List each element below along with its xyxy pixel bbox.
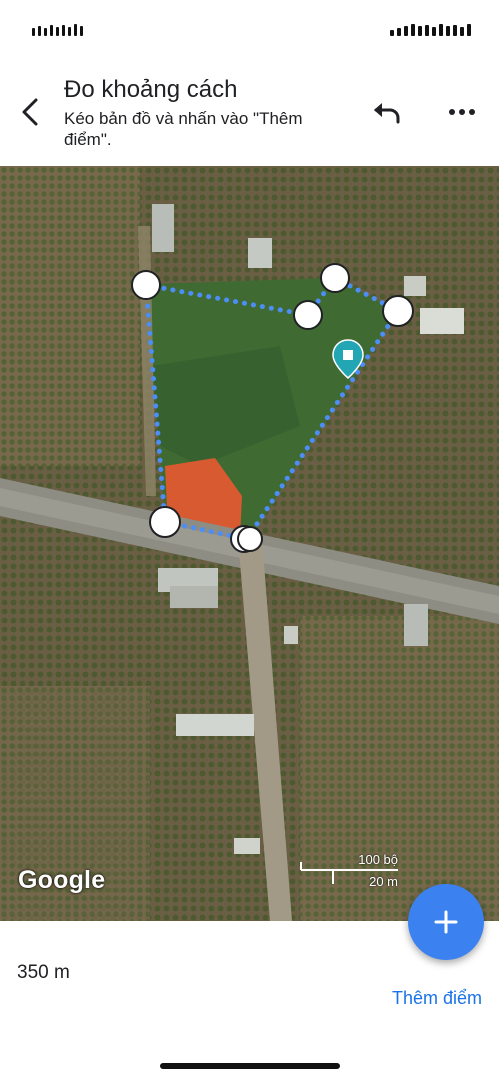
page-title: Đo khoảng cách: [64, 76, 238, 103]
plus-icon: [434, 910, 458, 934]
undo-button[interactable]: [370, 98, 404, 128]
undo-icon: [374, 103, 400, 124]
carrier-signal-indicator: [32, 24, 83, 36]
satellite-map[interactable]: Google 100 bộ 20 m: [0, 166, 499, 921]
google-logo: Google: [18, 866, 106, 894]
measurement-path: [143, 274, 402, 542]
top-app-bar: Đo khoảng cách Kéo bản đồ và nhấn vào "T…: [0, 60, 499, 166]
more-vert-icon: [449, 109, 475, 115]
more-options-button[interactable]: [446, 98, 478, 128]
battery-signal-indicator: [390, 24, 471, 36]
location-pin-icon[interactable]: [330, 338, 366, 382]
scale-ruler: [300, 862, 398, 884]
total-distance: 350 m: [17, 962, 70, 983]
home-indicator: [160, 1063, 340, 1069]
add-point-fab[interactable]: [408, 884, 484, 960]
back-button[interactable]: [14, 96, 46, 128]
back-arrow-icon: [22, 98, 38, 126]
status-bar: [0, 0, 499, 60]
page-subtitle: Kéo bản đồ và nhấn vào "Thêm điểm".: [64, 109, 303, 149]
map-scale-bar: 100 bộ 20 m: [300, 852, 400, 892]
add-point-button[interactable]: Thêm điểm: [392, 988, 482, 1009]
